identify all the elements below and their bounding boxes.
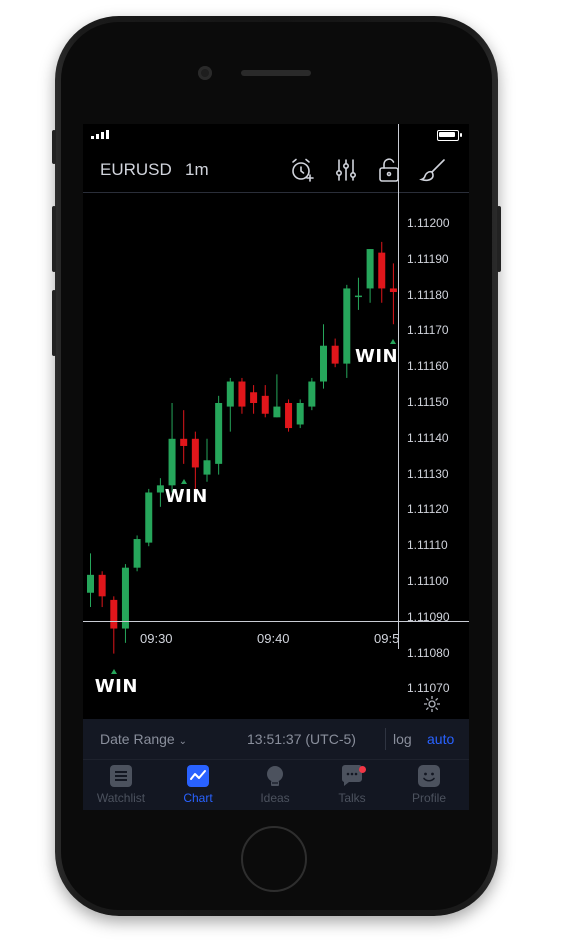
candle [320,324,327,389]
date-range-button[interactable]: Date Range ⌄ [100,731,187,747]
price-tick-label: 1.11190 [407,251,449,266]
win-arrow-icon [180,478,187,484]
tab-ideas[interactable]: Ideas [237,764,313,810]
candle [366,249,374,303]
chart-toolbar: EURUSD 1m [83,146,469,193]
tab-label: Talks [338,791,366,805]
candle [273,374,281,418]
win-marker-label: WIN [164,485,208,507]
clock-readout: 13:51:37 (UTC-5) [247,731,356,747]
price-tick-label: 1.11170 [407,323,449,338]
alarm-add-icon[interactable] [288,156,316,184]
candle [308,377,316,411]
info-divider [385,728,386,750]
battery-icon [437,130,459,141]
candle [215,395,223,475]
time-tick-label: 09:5 [374,631,400,646]
candle [168,403,176,493]
candle [261,385,269,418]
ideas-icon [263,764,287,788]
price-tick-label: 1.11140 [407,430,449,445]
win-marker-label: WIN [94,675,138,697]
side-button-power [497,206,501,272]
chart-icon [186,764,210,788]
time-tick-label: 09:30 [140,631,173,646]
candlestick-series [87,241,397,654]
profile-icon [417,764,441,788]
candle [191,431,199,489]
price-tick-label: 1.11200 [407,216,450,230]
tab-chart[interactable]: Chart [160,764,236,810]
candle [156,478,164,507]
win-marker-label: WIN [355,346,399,368]
chart-settings-icon[interactable] [423,695,441,713]
price-tick-label: 1.11160 [407,359,449,374]
win-arrow-icon [390,339,397,345]
tab-label: Watchlist [96,791,146,805]
status-bar [83,124,469,146]
price-tick-label: 1.11130 [407,466,449,481]
candle [250,385,258,414]
price-tick-label: 1.11150 [407,395,449,409]
candle [343,284,351,378]
side-button-mute [52,130,56,164]
log-scale-toggle[interactable]: log [393,731,412,747]
auto-scale-toggle[interactable]: auto [427,731,454,747]
win-arrow-icon [110,668,117,674]
drawing-brush-icon[interactable] [419,156,447,184]
price-chart[interactable]: WIN WIN WIN 1.11200 1.11190 1.11180 1.11170 1.… [83,192,469,697]
chevron-down-icon: ⌄ [178,736,187,747]
price-tick-label: 1.11110 [407,538,448,553]
candle [389,263,397,325]
price-tick-label: 1.11180 [407,287,449,302]
signal-icon [91,130,109,139]
side-button-volume-up [52,206,56,272]
indicators-icon[interactable] [332,156,360,184]
price-tick-label: 1.11100 [407,574,449,588]
earpiece-speaker [241,70,311,76]
candle [285,399,293,432]
candle [98,571,106,608]
price-axis-divider [398,124,399,649]
candle [354,277,362,310]
candle [121,564,129,643]
candle [180,410,188,464]
candle [133,535,141,572]
chart-info-bar: Date Range ⌄ 13:51:37 (UTC-5) log auto [83,719,469,759]
price-tick-label: 1.11070 [407,681,450,696]
time-axis-divider [83,621,469,622]
price-tick-label: 1.11080 [407,645,450,660]
candle [238,377,246,414]
candle [145,488,153,547]
notification-badge [359,766,366,773]
candle [331,338,339,368]
bottom-tab-bar: Watchlist Chart Ideas Talks Profile [83,759,469,810]
watchlist-icon [109,764,133,788]
front-camera [198,66,212,80]
date-range-label: Date Range [100,731,175,747]
tab-label: Chart [183,791,213,805]
candle [110,596,118,654]
time-tick-label: 09:40 [257,631,290,646]
candle [203,438,211,482]
tab-profile[interactable]: Profile [391,764,467,810]
tab-talks[interactable]: Talks [314,764,390,810]
tab-watchlist[interactable]: Watchlist [83,764,159,810]
candle [296,399,304,429]
tab-label: Profile [411,791,446,805]
app-screen: EURUSD 1m WIN WIN WIN 1.11200 1.11190 1.… [83,124,469,810]
candle [87,553,94,608]
interval-selector[interactable]: 1m [185,160,209,180]
price-tick-label: 1.11120 [407,502,449,517]
candle [226,377,234,432]
symbol-selector[interactable]: EURUSD [100,160,172,180]
candle [378,241,386,303]
tab-label: Ideas [260,791,290,805]
home-button[interactable] [241,826,307,892]
side-button-volume-down [52,290,56,356]
